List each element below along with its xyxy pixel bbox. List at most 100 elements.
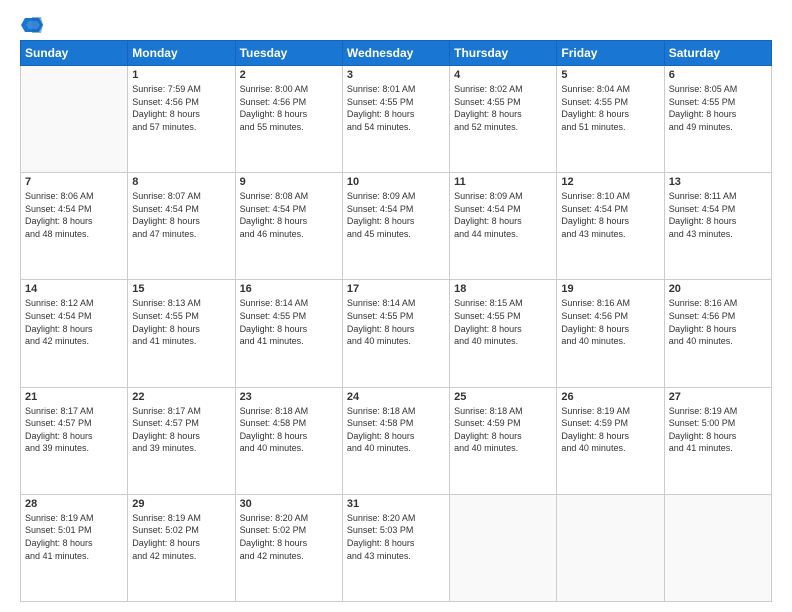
- day-info: Sunrise: 8:20 AM Sunset: 5:02 PM Dayligh…: [240, 512, 338, 562]
- day-number: 21: [25, 391, 123, 403]
- day-number: 20: [669, 283, 767, 295]
- day-info: Sunrise: 8:18 AM Sunset: 4:59 PM Dayligh…: [454, 405, 552, 455]
- day-info: Sunrise: 8:00 AM Sunset: 4:56 PM Dayligh…: [240, 83, 338, 133]
- calendar-cell: 10 Sunrise: 8:09 AM Sunset: 4:54 PM Dayli…: [342, 173, 449, 280]
- day-number: 30: [240, 498, 338, 510]
- weekday-header-thursday: Thursday: [450, 41, 557, 66]
- day-info: Sunrise: 8:09 AM Sunset: 4:54 PM Dayligh…: [454, 190, 552, 240]
- day-info: Sunrise: 8:14 AM Sunset: 4:55 PM Dayligh…: [240, 297, 338, 347]
- calendar-cell: 27 Sunrise: 8:19 AM Sunset: 5:00 PM Dayli…: [664, 387, 771, 494]
- day-info: Sunrise: 8:18 AM Sunset: 4:58 PM Dayligh…: [240, 405, 338, 455]
- calendar-cell: 11 Sunrise: 8:09 AM Sunset: 4:54 PM Dayli…: [450, 173, 557, 280]
- calendar-cell: 24 Sunrise: 8:18 AM Sunset: 4:58 PM Dayli…: [342, 387, 449, 494]
- day-number: 4: [454, 69, 552, 81]
- day-number: 10: [347, 176, 445, 188]
- day-number: 28: [25, 498, 123, 510]
- day-info: Sunrise: 8:08 AM Sunset: 4:54 PM Dayligh…: [240, 190, 338, 240]
- calendar-cell: [21, 66, 128, 173]
- calendar-cell: 31Sunrise: 8:20 AM Sunset: 5:03 PM Dayli…: [342, 494, 449, 601]
- day-number: 1: [132, 69, 230, 81]
- week-row-3: 14 Sunrise: 8:12 AM Sunset: 4:54 PM Dayli…: [21, 280, 772, 387]
- calendar-cell: 13 Sunrise: 8:11 AM Sunset: 4:54 PM Dayli…: [664, 173, 771, 280]
- day-number: 3: [347, 69, 445, 81]
- day-info: Sunrise: 8:19 AM Sunset: 5:01 PM Dayligh…: [25, 512, 123, 562]
- day-info: Sunrise: 8:09 AM Sunset: 4:54 PM Dayligh…: [347, 190, 445, 240]
- calendar-cell: 8 Sunrise: 8:07 AM Sunset: 4:54 PM Daylig…: [128, 173, 235, 280]
- day-number: 5: [561, 69, 659, 81]
- week-row-4: 21 Sunrise: 8:17 AM Sunset: 4:57 PM Dayli…: [21, 387, 772, 494]
- calendar-cell: 19 Sunrise: 8:16 AM Sunset: 4:56 PM Dayli…: [557, 280, 664, 387]
- day-info: Sunrise: 7:59 AM Sunset: 4:56 PM Dayligh…: [132, 83, 230, 133]
- calendar-cell: 22 Sunrise: 8:17 AM Sunset: 4:57 PM Dayli…: [128, 387, 235, 494]
- day-info: Sunrise: 8:19 AM Sunset: 5:00 PM Dayligh…: [669, 405, 767, 455]
- day-number: 27: [669, 391, 767, 403]
- logo-icon: [21, 16, 43, 34]
- calendar-cell: 2 Sunrise: 8:00 AM Sunset: 4:56 PM Daylig…: [235, 66, 342, 173]
- day-info: Sunrise: 8:19 AM Sunset: 4:59 PM Dayligh…: [561, 405, 659, 455]
- day-number: 17: [347, 283, 445, 295]
- week-row-5: 28 Sunrise: 8:19 AM Sunset: 5:01 PM Dayli…: [21, 494, 772, 601]
- calendar-cell: 12Sunrise: 8:10 AM Sunset: 4:54 PM Dayli…: [557, 173, 664, 280]
- day-number: 13: [669, 176, 767, 188]
- day-number: 14: [25, 283, 123, 295]
- calendar-cell: 28 Sunrise: 8:19 AM Sunset: 5:01 PM Dayli…: [21, 494, 128, 601]
- day-info: Sunrise: 8:12 AM Sunset: 4:54 PM Dayligh…: [25, 297, 123, 347]
- day-number: 16: [240, 283, 338, 295]
- day-info: Sunrise: 8:14 AM Sunset: 4:55 PM Dayligh…: [347, 297, 445, 347]
- day-number: 15: [132, 283, 230, 295]
- calendar-cell: 23 Sunrise: 8:18 AM Sunset: 4:58 PM Dayli…: [235, 387, 342, 494]
- calendar-cell: 17 Sunrise: 8:14 AM Sunset: 4:55 PM Dayli…: [342, 280, 449, 387]
- calendar-cell: 7 Sunrise: 8:06 AM Sunset: 4:54 PM Daylig…: [21, 173, 128, 280]
- day-info: Sunrise: 8:06 AM Sunset: 4:54 PM Dayligh…: [25, 190, 123, 240]
- day-number: 22: [132, 391, 230, 403]
- logo: [20, 16, 44, 30]
- day-number: 31: [347, 498, 445, 510]
- day-info: Sunrise: 8:18 AM Sunset: 4:58 PM Dayligh…: [347, 405, 445, 455]
- calendar-cell: [450, 494, 557, 601]
- calendar-cell: 25 Sunrise: 8:18 AM Sunset: 4:59 PM Dayli…: [450, 387, 557, 494]
- weekday-header-row: SundayMondayTuesdayWednesdayThursdayFrid…: [21, 41, 772, 66]
- day-number: 7: [25, 176, 123, 188]
- day-info: Sunrise: 8:15 AM Sunset: 4:55 PM Dayligh…: [454, 297, 552, 347]
- day-info: Sunrise: 8:16 AM Sunset: 4:56 PM Dayligh…: [669, 297, 767, 347]
- day-number: 6: [669, 69, 767, 81]
- calendar-cell: 15 Sunrise: 8:13 AM Sunset: 4:55 PM Dayli…: [128, 280, 235, 387]
- weekday-header-saturday: Saturday: [664, 41, 771, 66]
- day-number: 19: [561, 283, 659, 295]
- day-info: Sunrise: 8:13 AM Sunset: 4:55 PM Dayligh…: [132, 297, 230, 347]
- day-number: 25: [454, 391, 552, 403]
- calendar-cell: 9 Sunrise: 8:08 AM Sunset: 4:54 PM Daylig…: [235, 173, 342, 280]
- day-info: Sunrise: 8:05 AM Sunset: 4:55 PM Dayligh…: [669, 83, 767, 133]
- day-number: 2: [240, 69, 338, 81]
- day-number: 23: [240, 391, 338, 403]
- day-number: 11: [454, 176, 552, 188]
- day-info: Sunrise: 8:19 AM Sunset: 5:02 PM Dayligh…: [132, 512, 230, 562]
- day-info: Sunrise: 8:02 AM Sunset: 4:55 PM Dayligh…: [454, 83, 552, 133]
- day-info: Sunrise: 8:07 AM Sunset: 4:54 PM Dayligh…: [132, 190, 230, 240]
- header: [20, 16, 772, 30]
- day-number: 9: [240, 176, 338, 188]
- day-info: Sunrise: 8:11 AM Sunset: 4:54 PM Dayligh…: [669, 190, 767, 240]
- day-info: Sunrise: 8:17 AM Sunset: 4:57 PM Dayligh…: [132, 405, 230, 455]
- calendar-cell: [664, 494, 771, 601]
- day-info: Sunrise: 8:17 AM Sunset: 4:57 PM Dayligh…: [25, 405, 123, 455]
- day-number: 8: [132, 176, 230, 188]
- weekday-header-wednesday: Wednesday: [342, 41, 449, 66]
- day-info: Sunrise: 8:10 AM Sunset: 4:54 PM Dayligh…: [561, 190, 659, 240]
- day-number: 18: [454, 283, 552, 295]
- day-number: 24: [347, 391, 445, 403]
- week-row-1: 1 Sunrise: 7:59 AM Sunset: 4:56 PM Daylig…: [21, 66, 772, 173]
- day-number: 26: [561, 391, 659, 403]
- calendar-cell: 30 Sunrise: 8:20 AM Sunset: 5:02 PM Dayli…: [235, 494, 342, 601]
- page: SundayMondayTuesdayWednesdayThursdayFrid…: [0, 0, 792, 612]
- calendar-cell: 20 Sunrise: 8:16 AM Sunset: 4:56 PM Dayli…: [664, 280, 771, 387]
- calendar-cell: 3Sunrise: 8:01 AM Sunset: 4:55 PM Daylig…: [342, 66, 449, 173]
- weekday-header-sunday: Sunday: [21, 41, 128, 66]
- calendar-cell: 29Sunrise: 8:19 AM Sunset: 5:02 PM Dayli…: [128, 494, 235, 601]
- day-info: Sunrise: 8:16 AM Sunset: 4:56 PM Dayligh…: [561, 297, 659, 347]
- weekday-header-friday: Friday: [557, 41, 664, 66]
- calendar-cell: 18 Sunrise: 8:15 AM Sunset: 4:55 PM Dayli…: [450, 280, 557, 387]
- calendar-cell: 21 Sunrise: 8:17 AM Sunset: 4:57 PM Dayli…: [21, 387, 128, 494]
- calendar-cell: 1 Sunrise: 7:59 AM Sunset: 4:56 PM Daylig…: [128, 66, 235, 173]
- calendar-cell: 4 Sunrise: 8:02 AM Sunset: 4:55 PM Daylig…: [450, 66, 557, 173]
